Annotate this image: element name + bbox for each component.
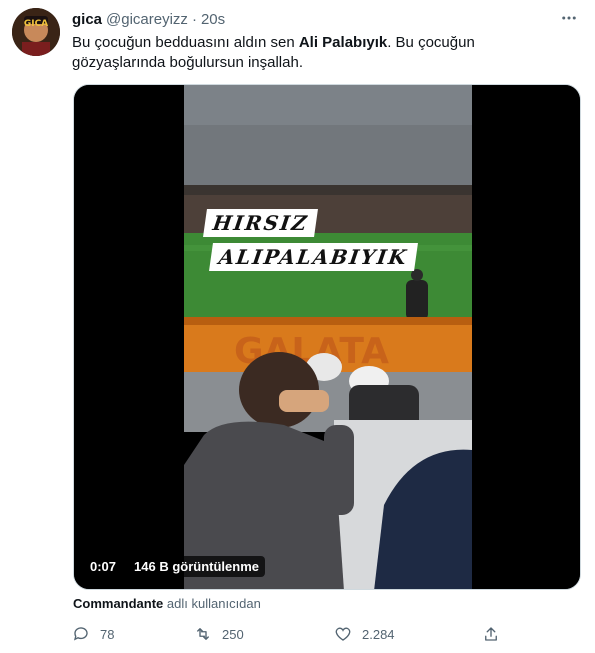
tweet-text-part-1: Bu çocuğun bedduasını aldın sen [72,34,299,51]
overlay-caption-1: HIRSIZ [203,209,319,237]
retweet-count: 250 [222,626,244,642]
video-player[interactable]: GALATA HIRSIZ ALIPALABIYIK 0:07 146 B gö… [73,84,581,590]
timestamp[interactable]: 20s [201,11,225,28]
more-options-icon[interactable] [557,8,581,28]
reply-count: 78 [100,626,115,642]
like-count: 2.284 [362,626,395,642]
separator: · [191,10,197,28]
reply-button[interactable]: 78 [72,620,114,648]
tweet-text: Bu çocuğun bedduasını aldın sen Ali Pala… [72,33,572,73]
author-handle[interactable]: @gicareyizz [106,11,188,28]
tweet-actions: 78 250 2.284 [72,620,512,648]
video-frame: GALATA [74,85,580,589]
video-attribution: Commandante adlı kullanıcıdan [73,596,261,611]
author-name[interactable]: gica [72,11,102,28]
heart-icon [335,627,351,641]
like-button[interactable]: 2.284 [334,620,395,648]
reply-icon [73,627,88,641]
video-views: 146 B görüntülenme [128,555,265,577]
tweet-header: gica @gicareyizz · 20s [72,9,225,29]
attribution-user[interactable]: Commandante [73,596,163,611]
attribution-suffix: adlı kullanıcıdan [166,596,261,611]
tweet[interactable]: GICA gica @gicareyizz · 20s Bu çocuğun b… [0,0,595,653]
retweet-button[interactable]: 250 [194,620,244,648]
avatar-logo-text: GICA [24,19,48,29]
share-button[interactable] [482,620,500,648]
overlay-caption-2: ALIPALABIYIK [209,243,418,271]
video-duration: 0:07 [84,555,123,577]
mentioned-name: Ali Palabıyık [298,34,388,51]
share-icon [485,627,497,641]
video-overlay-info: 0:07 146 B görüntülenme [84,555,265,577]
avatar[interactable]: GICA [12,8,60,56]
retweet-icon [197,628,209,640]
